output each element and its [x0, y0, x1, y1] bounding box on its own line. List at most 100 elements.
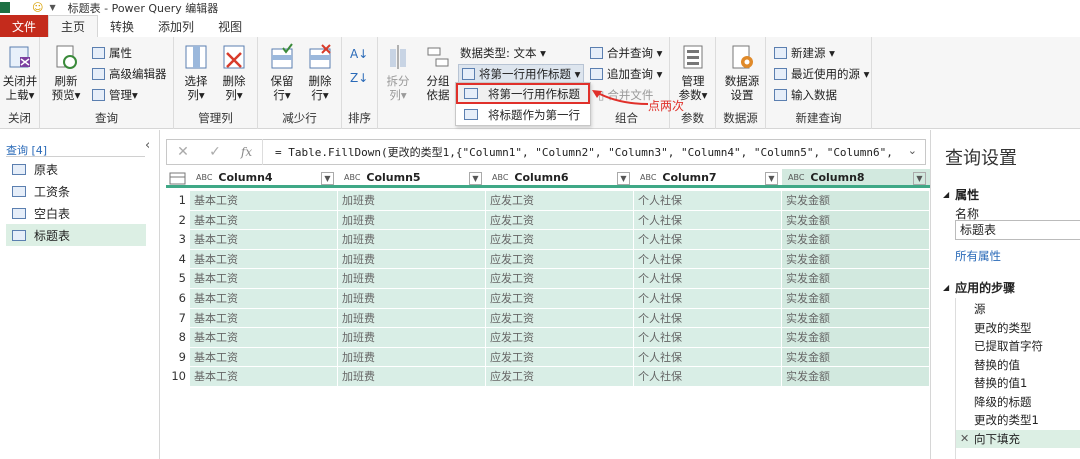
menu-item-use-first-row-as-headers[interactable]: 将第一行用作标题 [456, 83, 590, 104]
all-properties-link[interactable]: 所有属性 [955, 248, 1001, 264]
collapse-panel-icon[interactable]: ‹ [145, 138, 150, 153]
confirm-formula-icon[interactable]: ✓ [199, 144, 231, 160]
table-cell[interactable]: 应发工资 [486, 249, 634, 270]
tab-file[interactable]: 文件 [0, 15, 49, 37]
menu-item-use-headers-as-first-row[interactable]: 将标题作为第一行 [456, 104, 590, 125]
table-cell[interactable]: 加班费 [338, 191, 486, 211]
remove-rows-button[interactable]: 删除 行▾ [302, 43, 338, 102]
smiley-icon[interactable]: ☺ [32, 1, 43, 14]
table-cell[interactable]: 实发金额 [782, 191, 930, 211]
refresh-preview-button[interactable]: 刷新 预览▾ [48, 43, 84, 102]
table-cell[interactable]: 个人社保 [634, 347, 782, 368]
table-cell[interactable]: 基本工资 [190, 308, 338, 329]
text-type-icon[interactable]: ABC [640, 173, 656, 182]
append-queries-button[interactable]: 追加查询 ▾ [590, 66, 662, 82]
table-cell[interactable]: 应发工资 [486, 347, 634, 368]
table-cell[interactable]: 基本工资 [190, 210, 338, 231]
applied-step[interactable]: 替换的值 [956, 356, 1080, 374]
row-number[interactable]: 1 [166, 193, 190, 207]
row-number[interactable]: 7 [166, 311, 190, 325]
table-cell[interactable]: 应发工资 [486, 367, 634, 387]
table-cell[interactable]: 个人社保 [634, 249, 782, 270]
cancel-formula-icon[interactable]: ✕ [167, 144, 199, 160]
tab-transform[interactable]: 转换 [98, 15, 146, 37]
column-header[interactable]: ABC Column7 ▼ [634, 169, 782, 188]
properties-button[interactable]: 属性 [92, 45, 132, 61]
column-header[interactable]: ABC Column6 ▼ [486, 169, 634, 188]
quick-access-dropdown-icon[interactable]: ▼ [49, 3, 55, 12]
advanced-editor-button[interactable]: 高级编辑器 [92, 66, 167, 82]
table-cell[interactable]: 应发工资 [486, 191, 634, 211]
table-cell[interactable]: 加班费 [338, 210, 486, 231]
table-cell[interactable]: 实发金额 [782, 328, 930, 348]
row-number[interactable]: 2 [166, 213, 190, 227]
table-cell[interactable]: 实发金额 [782, 210, 930, 231]
row-number[interactable]: 4 [166, 252, 190, 266]
applied-step[interactable]: 已提取首字符 [956, 337, 1080, 355]
data-type-dropdown[interactable]: 数据类型: 文本 ▾ [460, 45, 546, 61]
table-cell[interactable]: 加班费 [338, 230, 486, 250]
table-cell[interactable]: 个人社保 [634, 230, 782, 250]
table-cell[interactable]: 应发工资 [486, 289, 634, 309]
query-name-input[interactable]: 标题表 [955, 220, 1080, 240]
text-type-icon[interactable]: ABC [788, 173, 804, 182]
table-cell[interactable]: 个人社保 [634, 367, 782, 387]
table-cell[interactable]: 加班费 [338, 347, 486, 368]
column-header[interactable]: ABC Column8 ▼ [782, 169, 930, 188]
recent-sources-button[interactable]: 最近使用的源 ▾ [774, 66, 869, 82]
table-cell[interactable]: 应发工资 [486, 328, 634, 348]
table-cell[interactable]: 实发金额 [782, 230, 930, 250]
table-cell[interactable]: 加班费 [338, 249, 486, 270]
filter-dropdown-icon[interactable]: ▼ [765, 172, 778, 185]
filter-dropdown-icon[interactable]: ▼ [469, 172, 482, 185]
text-type-icon[interactable]: ABC [196, 173, 212, 182]
table-cell[interactable]: 基本工资 [190, 347, 338, 368]
query-item[interactable]: 工资条 [6, 180, 146, 202]
group-by-button[interactable]: 分组 依据 [420, 43, 456, 102]
use-first-row-as-headers-button[interactable]: 将第一行用作标题 ▾ [458, 64, 585, 84]
filter-dropdown-icon[interactable]: ▼ [617, 172, 630, 185]
tab-home[interactable]: 主页 [48, 15, 99, 37]
properties-section[interactable]: ◢ 属性 [943, 186, 979, 203]
query-item-selected[interactable]: 标题表 [6, 224, 146, 246]
table-cell[interactable]: 基本工资 [190, 269, 338, 289]
table-cell[interactable]: 应发工资 [486, 308, 634, 329]
applied-step[interactable]: 更改的类型 [956, 319, 1080, 337]
sort-ascending-button[interactable]: A↓ [350, 47, 368, 61]
keep-rows-button[interactable]: 保留 行▾ [264, 43, 300, 102]
filter-dropdown-icon[interactable]: ▼ [913, 172, 926, 185]
column-header[interactable]: ABC Column4 ▼ [190, 169, 338, 188]
table-cell[interactable]: 加班费 [338, 328, 486, 348]
delete-step-icon[interactable]: ✕ [960, 430, 969, 448]
choose-columns-button[interactable]: 选择 列▾ [178, 43, 214, 102]
table-cell[interactable]: 实发金额 [782, 289, 930, 309]
table-cell[interactable]: 应发工资 [486, 210, 634, 231]
split-column-button[interactable]: 拆分 列▾ [380, 43, 416, 102]
text-type-icon[interactable]: ABC [344, 173, 360, 182]
row-number[interactable]: 6 [166, 291, 190, 305]
filter-dropdown-icon[interactable]: ▼ [321, 172, 334, 185]
table-cell[interactable]: 加班费 [338, 289, 486, 309]
expand-formula-icon[interactable]: ⌄ [908, 144, 917, 157]
applied-step[interactable]: ✕ 向下填充 [956, 429, 1080, 448]
table-cell[interactable]: 实发金额 [782, 367, 930, 387]
table-cell[interactable]: 实发金额 [782, 249, 930, 270]
merge-queries-button[interactable]: 合并查询 ▾ [590, 45, 662, 61]
datasource-settings-button[interactable]: 数据源 设置 [720, 43, 764, 102]
table-cell[interactable]: 个人社保 [634, 210, 782, 231]
row-number[interactable]: 9 [166, 350, 190, 364]
text-type-icon[interactable]: ABC [492, 173, 508, 182]
remove-columns-button[interactable]: 删除 列▾ [216, 43, 252, 102]
table-cell[interactable]: 加班费 [338, 367, 486, 387]
table-cell[interactable]: 加班费 [338, 269, 486, 289]
applied-step[interactable]: 替换的值1 [956, 374, 1080, 392]
tab-view[interactable]: 视图 [206, 15, 254, 37]
close-and-load-button[interactable]: 关闭并 上载▾ [2, 43, 38, 102]
grid-corner-icon[interactable] [166, 169, 190, 188]
table-cell[interactable]: 应发工资 [486, 230, 634, 250]
table-cell[interactable]: 实发金额 [782, 269, 930, 289]
table-cell[interactable]: 基本工资 [190, 191, 338, 211]
table-cell[interactable]: 个人社保 [634, 289, 782, 309]
row-number[interactable]: 10 [166, 369, 190, 383]
sort-descending-button[interactable]: Z↓ [350, 71, 368, 85]
